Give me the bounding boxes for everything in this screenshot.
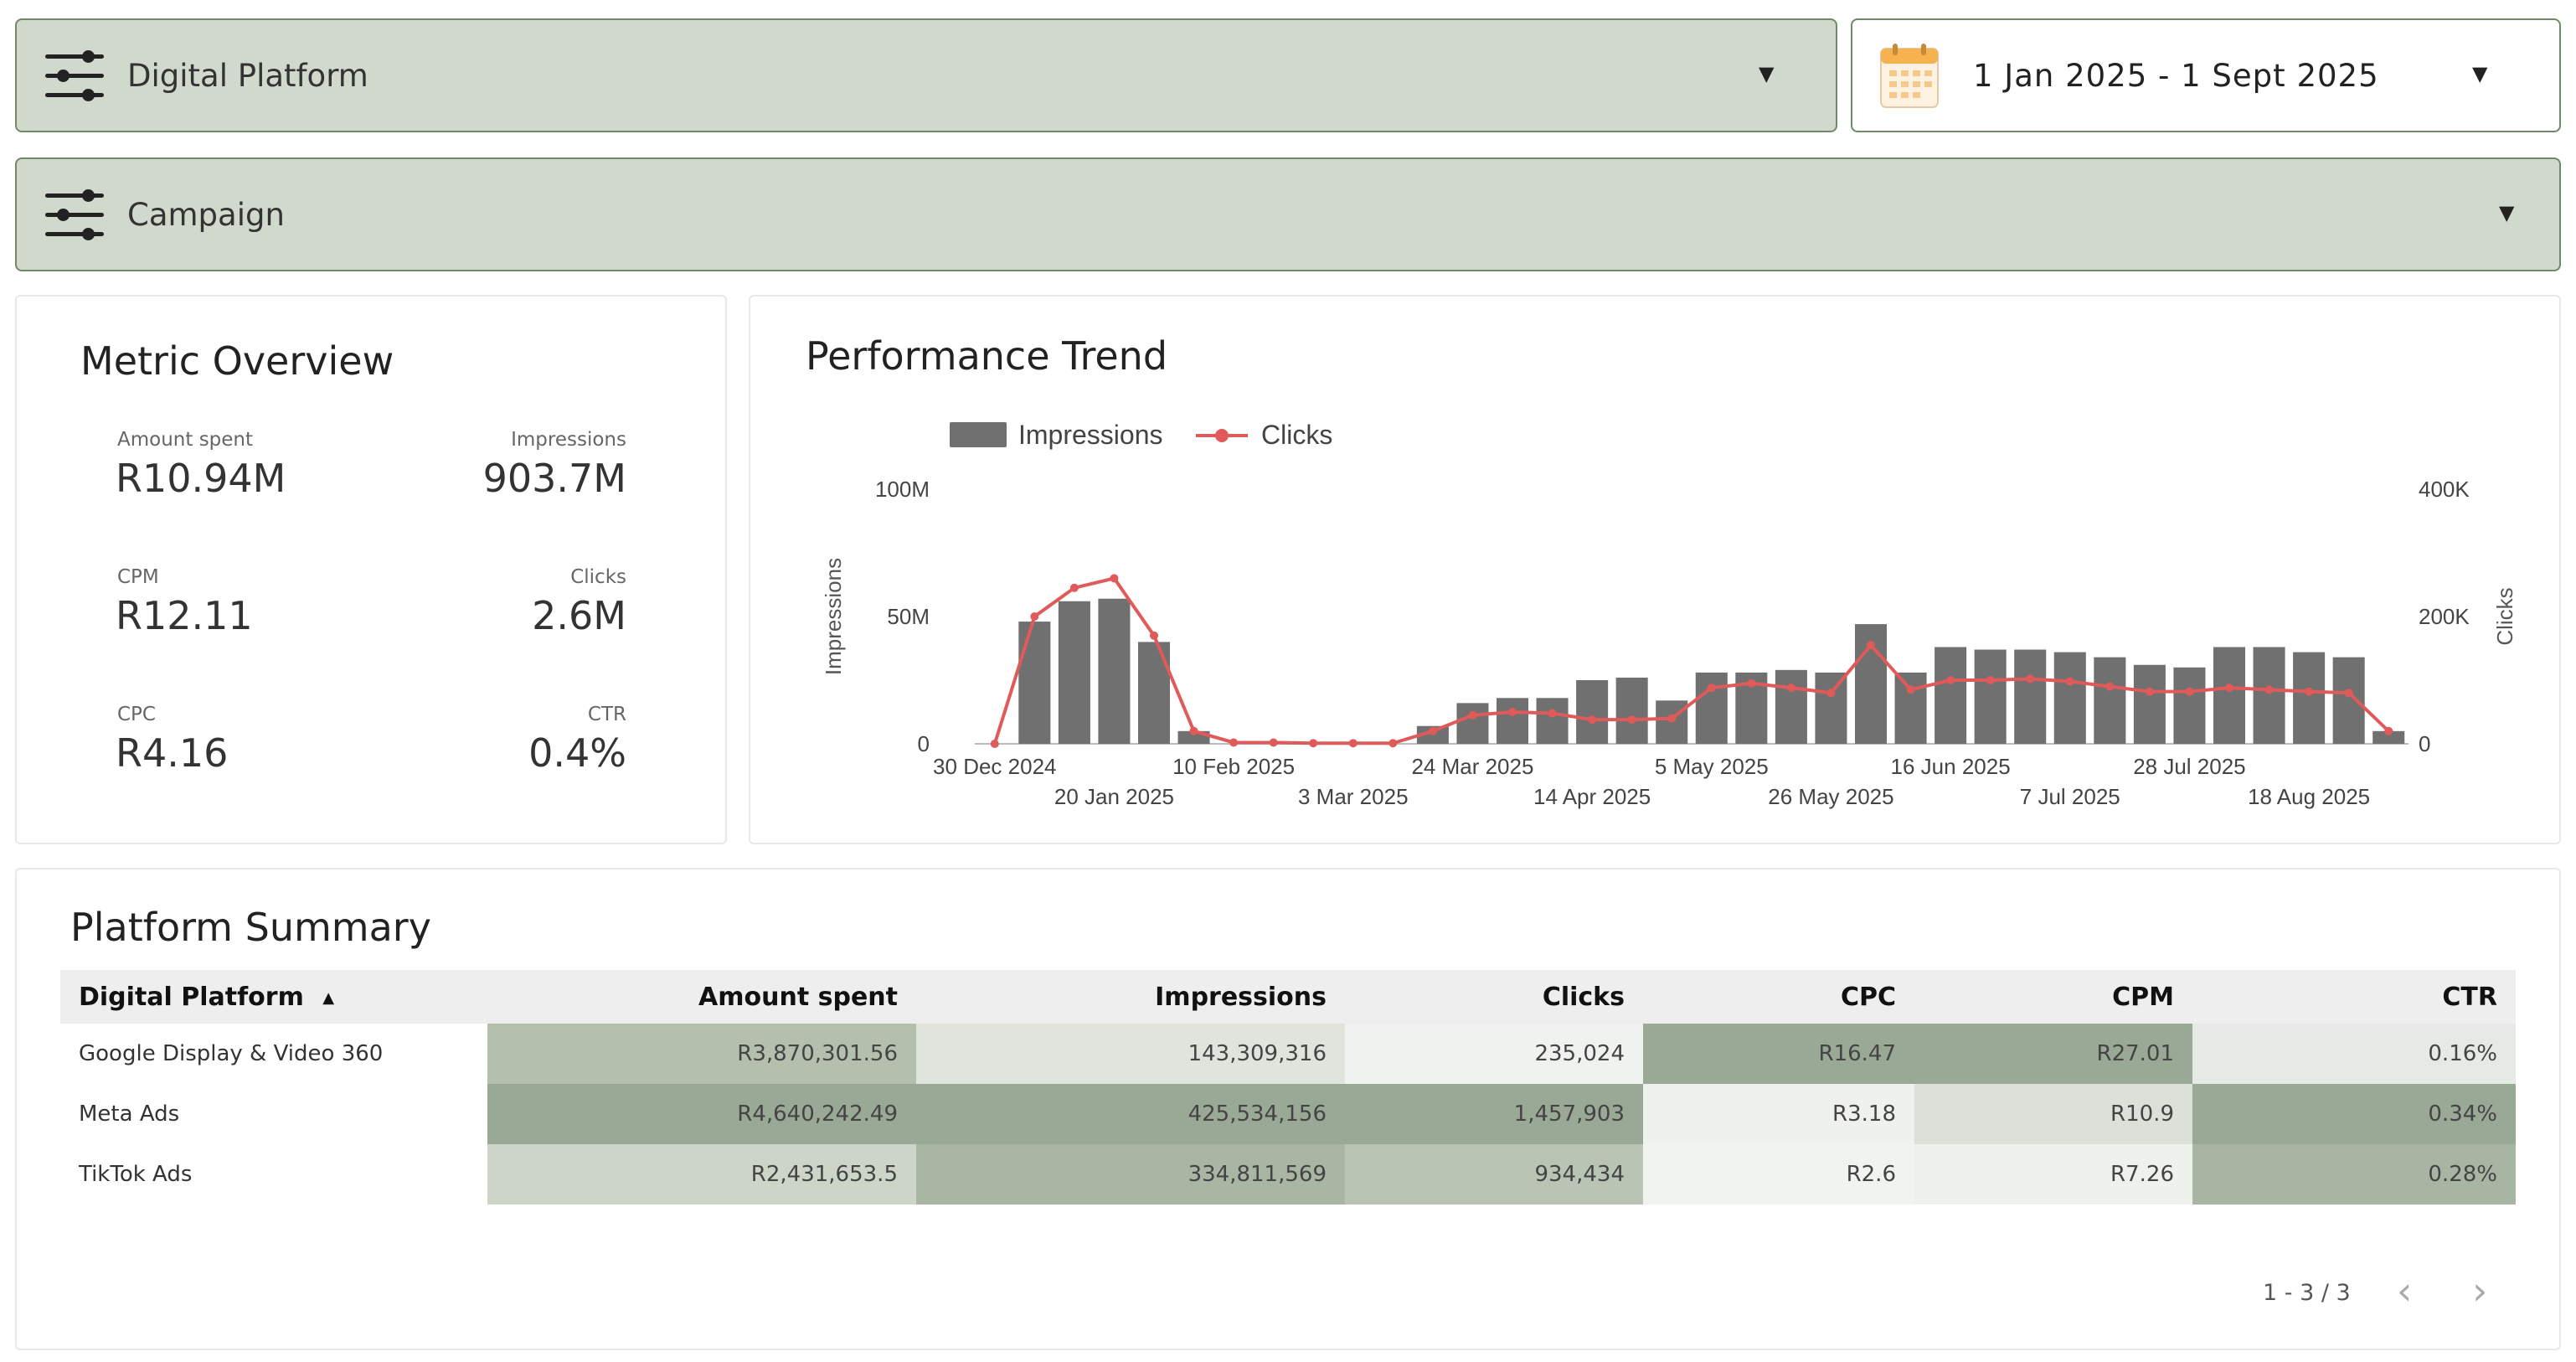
header-amount-spent[interactable]: Amount spent (487, 970, 916, 1024)
metric-label-impressions: Impressions (511, 429, 626, 451)
caret-down-icon: ▼ (1759, 62, 1775, 85)
cell-cpc: R2.6 (1643, 1144, 1914, 1205)
date-range-text: 1 Jan 2025 - 1 Sept 2025 (1973, 57, 2379, 94)
cell-cpm: R10.9 (1914, 1084, 2192, 1144)
caret-down-icon: ▼ (2499, 201, 2515, 224)
header-cpm[interactable]: CPM (1914, 970, 2192, 1024)
cell-ctr: 0.34% (2192, 1084, 2516, 1144)
metric-overview-card: Metric Overview Amount spent R10.94M Imp… (15, 295, 727, 844)
metric-overview-title: Metric Overview (80, 338, 394, 384)
chevron-right-icon[interactable]: › (2472, 1268, 2487, 1313)
header-impressions[interactable]: Impressions (916, 970, 1345, 1024)
header-clicks[interactable]: Clicks (1345, 970, 1643, 1024)
platform-summary-table: Digital Platform ▲ Amount spent Impressi… (60, 970, 2516, 1205)
metric-label-amount-spent: Amount spent (117, 429, 254, 451)
cell-platform: Meta Ads (60, 1084, 487, 1144)
cell-clicks: 1,457,903 (1345, 1084, 1643, 1144)
cell-impressions: 425,534,156 (916, 1084, 1345, 1144)
header-cpc[interactable]: CPC (1643, 970, 1914, 1024)
metric-label-ctr: CTR (587, 704, 626, 725)
metric-label-cpm: CPM (117, 566, 159, 588)
cell-cpc: R3.18 (1643, 1084, 1914, 1144)
table-row[interactable]: TikTok Ads R2,431,653.5 334,811,569 934,… (60, 1144, 2516, 1205)
cell-platform: Google Display & Video 360 (60, 1024, 487, 1084)
cell-cpm: R27.01 (1914, 1024, 2192, 1084)
cell-platform: TikTok Ads (60, 1144, 487, 1205)
sliders-icon (45, 188, 104, 240)
table-row[interactable]: Meta Ads R4,640,242.49 425,534,156 1,457… (60, 1084, 2516, 1144)
cell-amount-spent: R3,870,301.56 (487, 1024, 916, 1084)
header-digital-platform[interactable]: Digital Platform ▲ (60, 970, 487, 1024)
digital-platform-filter[interactable]: Digital Platform ▼ (15, 18, 1837, 132)
header-ctr[interactable]: CTR (2192, 970, 2516, 1024)
campaign-filter[interactable]: Campaign ▼ (15, 157, 2561, 271)
metric-value-amount-spent: R10.94M (116, 456, 286, 501)
metric-value-impressions: 903.7M (482, 456, 626, 501)
cell-impressions: 334,811,569 (916, 1144, 1345, 1205)
digital-platform-filter-label: Digital Platform (127, 57, 368, 94)
platform-summary-title: Platform Summary (70, 905, 431, 950)
pagination-label: 1 - 3 / 3 (2263, 1280, 2351, 1306)
metric-value-cpm: R12.11 (116, 593, 253, 638)
cell-clicks: 934,434 (1345, 1144, 1643, 1205)
metric-label-clicks: Clicks (570, 566, 626, 588)
cell-amount-spent: R4,640,242.49 (487, 1084, 916, 1144)
table-header-row: Digital Platform ▲ Amount spent Impressi… (60, 970, 2516, 1024)
campaign-filter-label: Campaign (127, 196, 285, 233)
metric-value-ctr: 0.4% (528, 730, 626, 776)
calendar-icon (1879, 42, 1940, 109)
cell-ctr: 0.16% (2192, 1024, 2516, 1084)
cell-amount-spent: R2,431,653.5 (487, 1144, 916, 1205)
metric-label-cpc: CPC (117, 704, 156, 725)
cell-cpm: R7.26 (1914, 1144, 2192, 1205)
cell-ctr: 0.28% (2192, 1144, 2516, 1205)
date-range-picker[interactable]: 1 Jan 2025 - 1 Sept 2025 ▼ (1851, 18, 2561, 132)
chevron-left-icon[interactable]: ‹ (2397, 1268, 2412, 1313)
metric-value-cpc: R4.16 (116, 730, 229, 776)
cell-clicks: 235,024 (1345, 1024, 1643, 1084)
cell-cpc: R16.47 (1643, 1024, 1914, 1084)
caret-down-icon: ▼ (2472, 62, 2488, 85)
cell-impressions: 143,309,316 (916, 1024, 1345, 1084)
sort-ascending-icon: ▲ (322, 988, 335, 1007)
table-row[interactable]: Google Display & Video 360 R3,870,301.56… (60, 1024, 2516, 1084)
metric-value-clicks: 2.6M (532, 593, 626, 638)
sliders-icon (45, 49, 104, 101)
performance-trend-title: Performance Trend (806, 333, 1168, 379)
performance-trend-card: Performance Trend (749, 295, 2561, 844)
header-label: Digital Platform (79, 982, 304, 1012)
